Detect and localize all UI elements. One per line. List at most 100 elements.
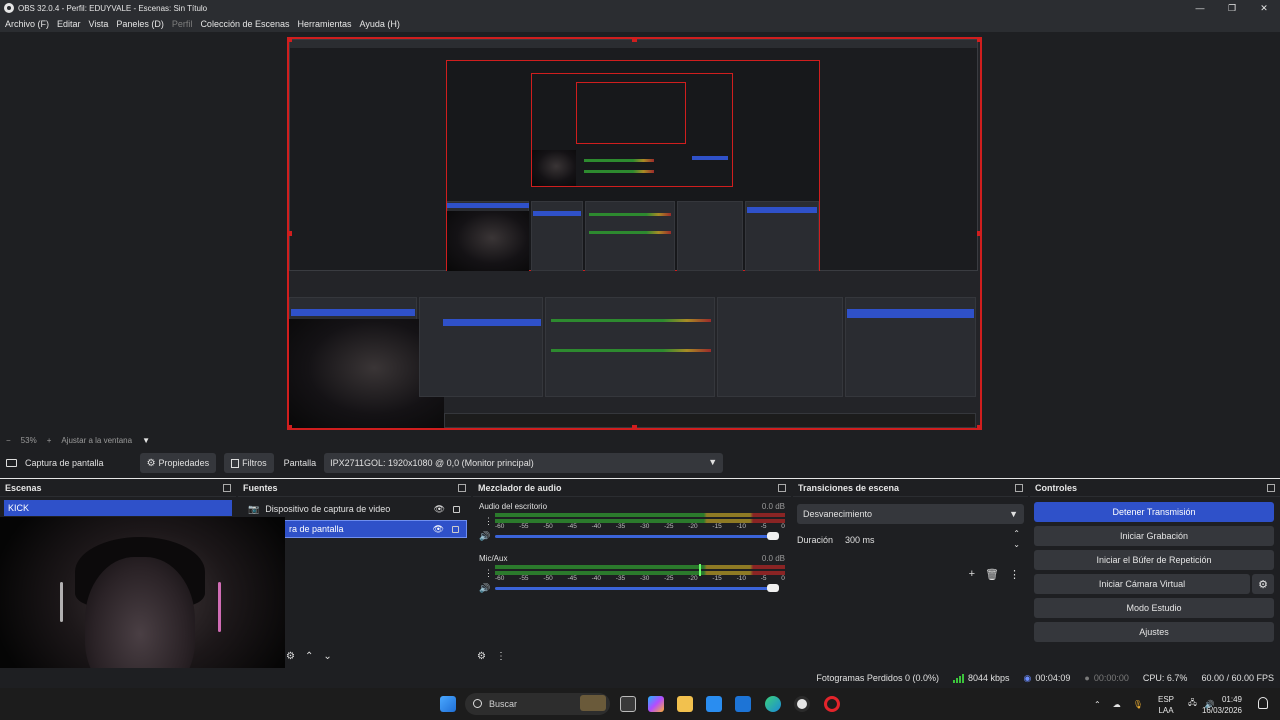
source-settings-gear-icon[interactable]: ⚙ xyxy=(286,651,295,662)
stop-stream-button[interactable]: Detener Transmisión xyxy=(1034,502,1274,522)
headphone-light-left xyxy=(60,582,63,622)
channel-db: 0.0 dB xyxy=(761,554,785,563)
windows-start-icon[interactable] xyxy=(440,696,456,712)
lock-icon[interactable] xyxy=(453,505,460,513)
virtual-camera-settings-button[interactable]: ⚙ xyxy=(1252,574,1274,594)
display-select[interactable]: IPX2711GOL: 1920x1080 @ 0,0 (Monitor pri… xyxy=(324,453,724,473)
mail-icon[interactable] xyxy=(735,696,751,712)
menu-vista[interactable]: Vista xyxy=(89,19,109,29)
clock[interactable]: 01:49 16/03/2026 xyxy=(1202,694,1242,716)
meter-scale: -60 -55 -50 -45 -40 -35 -30 -25 -20 -15 -10 -5 0 xyxy=(495,575,785,582)
undock-icon[interactable] xyxy=(1015,484,1023,492)
channel-menu-icon[interactable]: ⋮ xyxy=(484,516,493,527)
undock-icon[interactable] xyxy=(458,484,466,492)
transition-menu-icon[interactable]: ⋮ xyxy=(1009,568,1020,581)
start-recording-button[interactable]: Iniciar Grabación xyxy=(1034,526,1274,546)
fit-to-window-label[interactable]: Ajustar a la ventana xyxy=(61,436,132,445)
trash-icon[interactable]: 🗑 xyxy=(985,568,999,581)
language-indicator[interactable]: ESP LAA xyxy=(1158,694,1174,716)
resize-handle-bl[interactable] xyxy=(289,425,292,428)
undock-icon[interactable] xyxy=(778,484,786,492)
minimize-button[interactable]: — xyxy=(1184,0,1216,16)
menu-coleccion-escenas[interactable]: Colección de Escenas xyxy=(200,19,289,29)
advanced-audio-gear-icon[interactable]: ⚙ xyxy=(477,651,486,662)
selected-source: Captura de pantalla xyxy=(6,458,104,468)
cloud-icon[interactable]: ☁ xyxy=(1113,700,1121,709)
edge-icon[interactable] xyxy=(765,696,781,712)
duration-input[interactable]: 300 ms ⌃ ⌄ xyxy=(841,528,1024,550)
resize-handle-br[interactable] xyxy=(977,425,980,428)
nested-webcam-small xyxy=(532,150,576,186)
resize-handle-mr[interactable] xyxy=(977,231,980,236)
volume-slider[interactable] xyxy=(495,532,779,540)
volume-slider-handle[interactable] xyxy=(767,584,779,592)
speaker-icon[interactable]: 🔊 xyxy=(479,583,490,594)
channel-name: Mic/Aux xyxy=(479,554,508,563)
properties-button[interactable]: ⚙ Propiedades xyxy=(139,453,217,473)
widgets-icon[interactable] xyxy=(580,695,606,711)
volume-meter xyxy=(495,513,785,517)
source-item-video-capture[interactable]: 📷 Dispositivo de captura de video 👁 xyxy=(242,500,467,518)
add-transition-icon[interactable]: + xyxy=(969,568,975,581)
volume-slider-handle[interactable] xyxy=(767,532,779,540)
channel-menu-icon[interactable]: ⋮ xyxy=(484,568,493,579)
transition-select[interactable]: Desvanecimiento ▼ xyxy=(797,504,1024,524)
visibility-eye-icon[interactable]: 👁 xyxy=(434,504,445,515)
filter-icon xyxy=(231,458,240,468)
zoom-in-button[interactable]: + xyxy=(47,436,52,445)
move-down-icon[interactable]: ⌄ xyxy=(323,651,331,662)
nested-taskbar xyxy=(444,413,976,428)
preview-area[interactable] xyxy=(0,32,1280,432)
menu-paneles[interactable]: Paneles (D) xyxy=(116,19,164,29)
duration-label: Duración xyxy=(797,535,834,545)
virtual-camera-button[interactable]: Iniciar Cámara Virtual xyxy=(1034,574,1250,594)
menu-perfil[interactable]: Perfil xyxy=(172,19,193,29)
copilot-icon[interactable] xyxy=(648,696,664,712)
maximize-button[interactable]: ❐ xyxy=(1216,0,1248,16)
resize-handle-ml[interactable] xyxy=(289,231,292,236)
visibility-eye-icon[interactable]: 👁 xyxy=(433,524,444,535)
nested-preview-level4 xyxy=(576,82,686,144)
volume-slider[interactable] xyxy=(495,584,779,592)
resize-handle-tl[interactable] xyxy=(289,39,292,42)
close-button[interactable]: ✕ xyxy=(1248,0,1280,16)
store-icon[interactable] xyxy=(706,696,722,712)
gear-icon: ⚙ xyxy=(1258,578,1268,591)
menu-bar: Archivo (F) Editar Vista Paneles (D) Per… xyxy=(0,16,1280,32)
resize-handle-tr[interactable] xyxy=(977,39,980,42)
zoom-out-button[interactable]: − xyxy=(6,436,11,445)
resize-handle-tc[interactable] xyxy=(632,39,637,42)
file-explorer-icon[interactable] xyxy=(677,696,693,712)
fit-dropdown-chevron-icon[interactable]: ▼ xyxy=(142,436,150,445)
nested-preview-level3 xyxy=(531,73,733,187)
move-up-icon[interactable]: ⌃ xyxy=(305,651,313,662)
menu-herramientas[interactable]: Herramientas xyxy=(298,19,352,29)
resize-handle-bc[interactable] xyxy=(632,425,637,428)
display-select-value: IPX2711GOL: 1920x1080 @ 0,0 (Monitor pri… xyxy=(330,458,534,468)
mixer-menu-icon[interactable]: ⋮ xyxy=(496,651,506,662)
lock-icon[interactable] xyxy=(452,525,459,533)
filters-button[interactable]: Filtros xyxy=(224,453,274,473)
nested-preview-level2 xyxy=(446,60,820,271)
task-view-icon[interactable] xyxy=(620,696,636,712)
studio-mode-button[interactable]: Modo Estudio xyxy=(1034,598,1274,618)
undock-icon[interactable] xyxy=(1267,484,1275,492)
notifications-bell-icon[interactable] xyxy=(1258,697,1268,709)
menu-archivo[interactable]: Archivo (F) xyxy=(5,19,49,29)
menu-editar[interactable]: Editar xyxy=(57,19,81,29)
preview-canvas[interactable] xyxy=(287,37,982,430)
opera-icon[interactable] xyxy=(824,696,840,712)
microphone-icon[interactable]: 🎙 xyxy=(1133,700,1143,709)
speaker-icon[interactable]: 🔊 xyxy=(479,531,490,542)
tray-overflow-icon[interactable]: ⌃ xyxy=(1094,700,1101,709)
undock-icon[interactable] xyxy=(223,484,231,492)
record-icon: ● xyxy=(1084,673,1090,683)
obs-taskbar-icon[interactable] xyxy=(794,696,810,712)
replay-buffer-button[interactable]: Iniciar el Búfer de Repetición xyxy=(1034,550,1274,570)
status-bar: Fotogramas Perdidos 0 (0.0%) 8044 kbps ◉… xyxy=(0,668,1280,688)
duration-stepper-icon[interactable]: ⌃ ⌄ xyxy=(1013,528,1020,550)
settings-button[interactable]: Ajustes xyxy=(1034,622,1274,642)
title-bar: OBS 32.0.4 - Perfil: EDUYVALE - Escenas:… xyxy=(0,0,1280,16)
scene-item-kick[interactable]: KICK xyxy=(4,500,232,516)
menu-ayuda[interactable]: Ayuda (H) xyxy=(360,19,400,29)
